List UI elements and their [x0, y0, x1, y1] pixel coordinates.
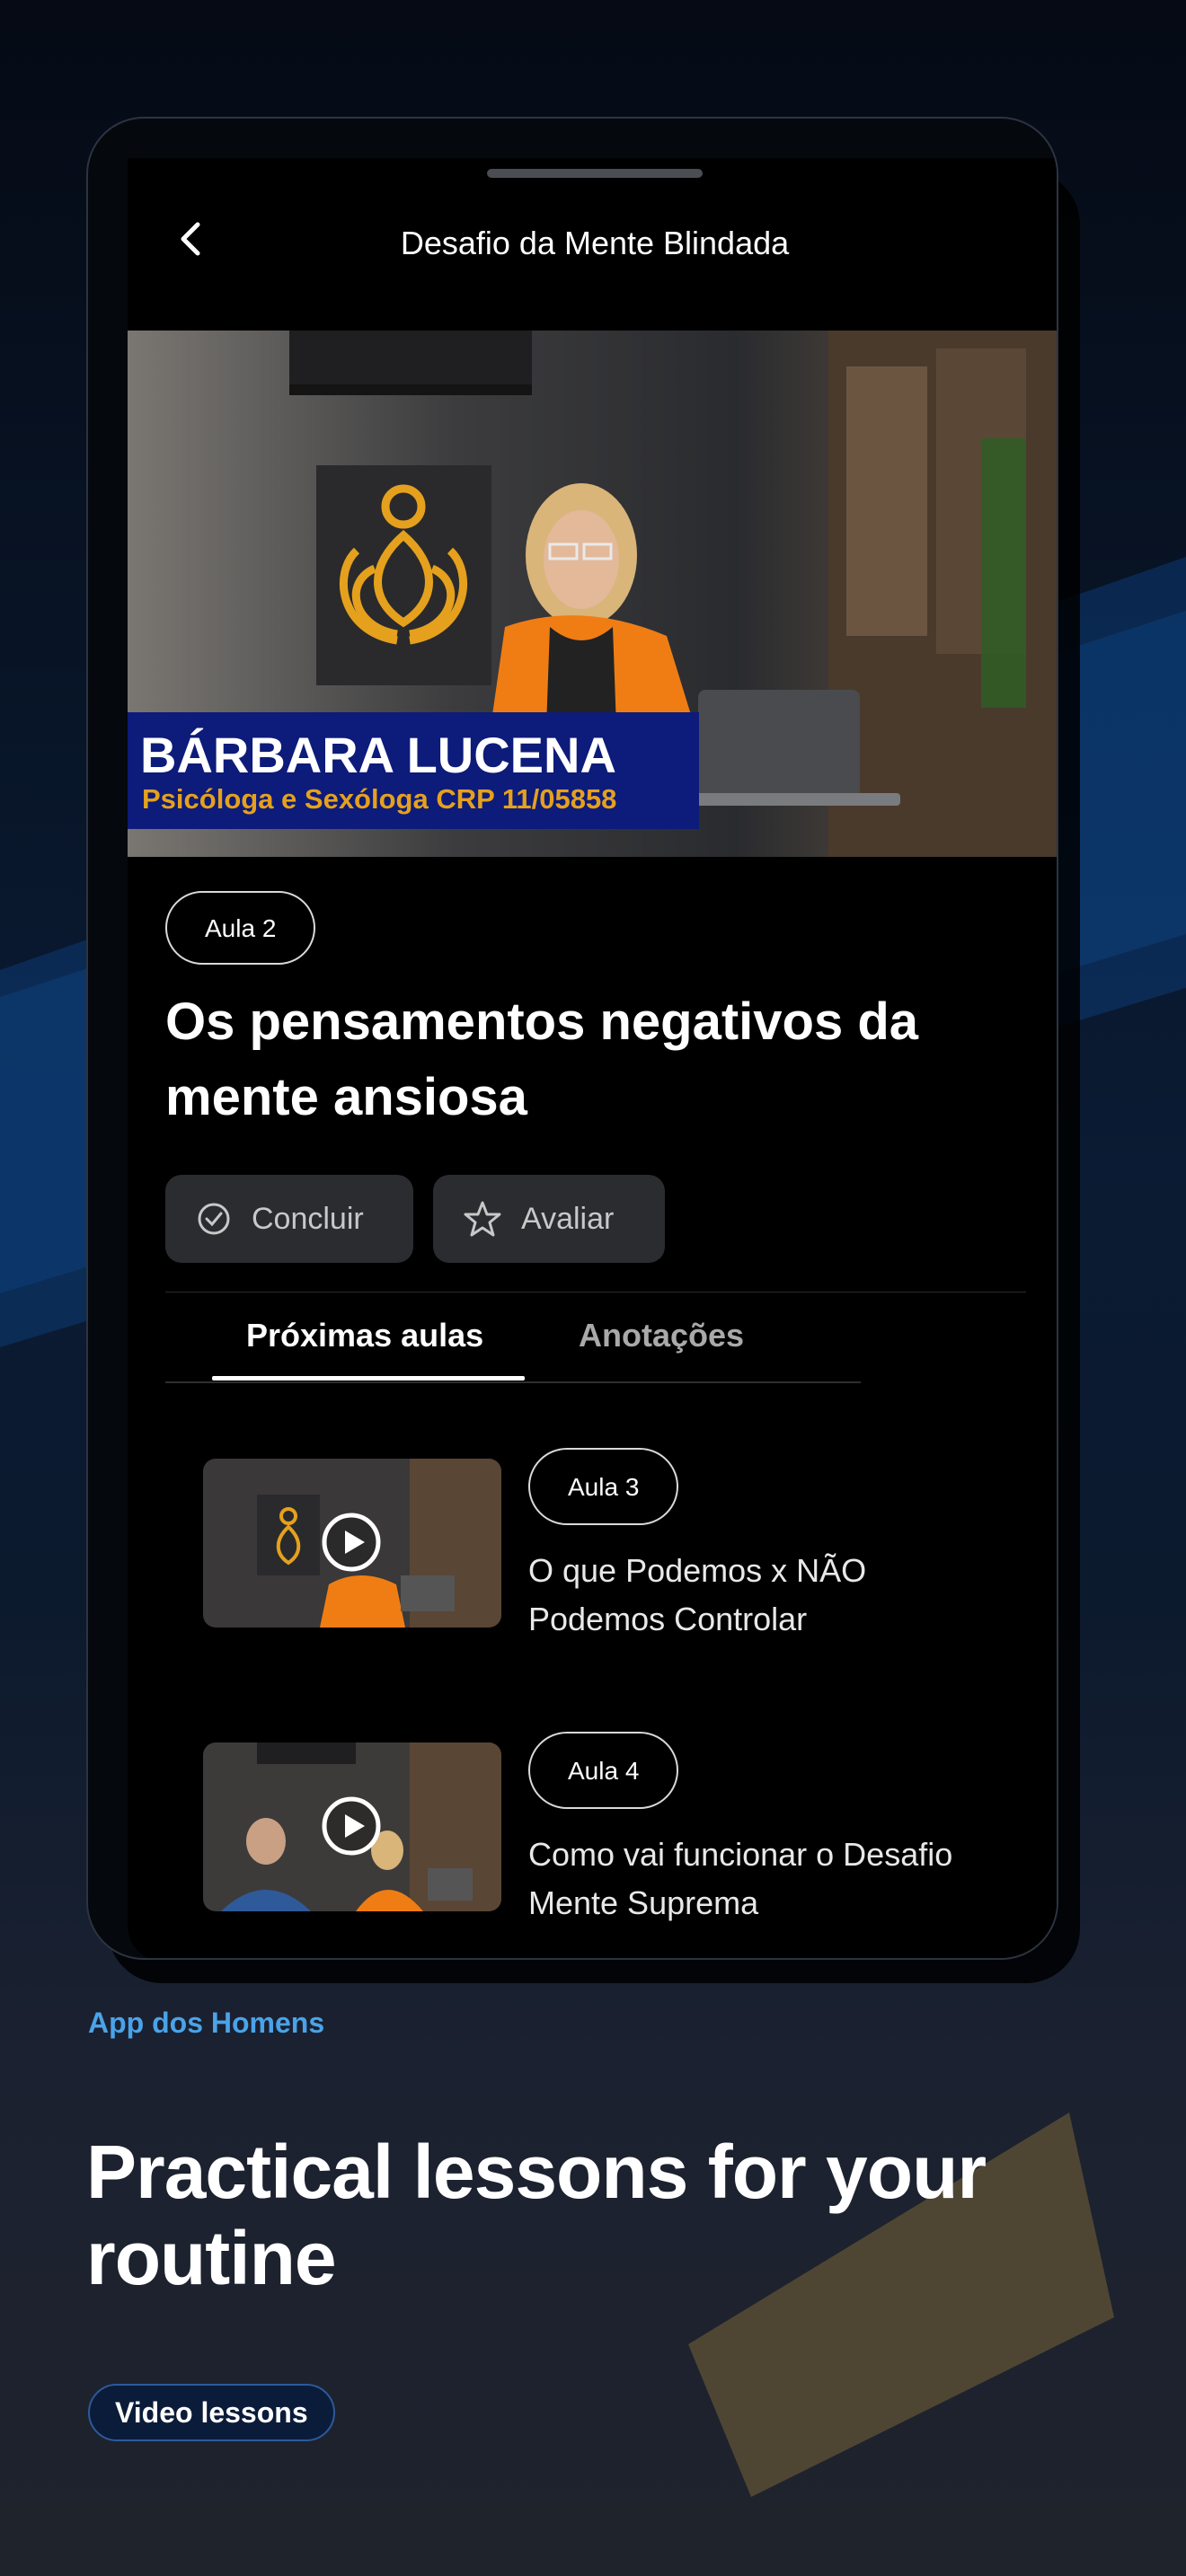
lesson-thumbnail: [203, 1459, 501, 1628]
tab-notes[interactable]: Anotações: [579, 1317, 744, 1354]
check-circle-icon: [198, 1203, 230, 1235]
lesson-card[interactable]: Aula 3 O que Podemos x NÃO Podemos Contr…: [203, 1448, 1012, 1637]
lesson-title: Os pensamentos negativos da mente ansios…: [165, 992, 919, 1126]
tab-bar: Próximas aulas Anotações: [165, 1292, 861, 1383]
page-title: Desafio da Mente Blindada: [400, 225, 790, 261]
hero-name: BÁRBARA LUCENA: [140, 727, 616, 783]
hero-role: Psicóloga e Sexóloga CRP 11/05858: [142, 783, 616, 815]
complete-label: Concluir: [252, 1201, 364, 1236]
lesson-card[interactable]: Aula 4 Como vai funcionar o Desafio Ment…: [203, 1732, 1012, 1921]
navigation-bar: Desafio da Mente Blindada: [128, 194, 1057, 284]
lesson-badge: Aula 4: [528, 1732, 679, 1809]
tab-next-lessons[interactable]: Próximas aulas: [246, 1317, 483, 1354]
lesson-badge: Aula 2: [165, 891, 316, 965]
feature-pill: Video lessons: [88, 2384, 335, 2441]
headline: Practical lessons for your routine: [86, 2130, 987, 2300]
lesson-badge: Aula 3: [528, 1448, 679, 1525]
complete-button[interactable]: Concluir: [165, 1175, 413, 1263]
play-icon: [322, 1796, 381, 1856]
lesson-card-title: O que Podemos x NÃO Podemos Controlar: [528, 1552, 867, 1637]
rate-label: Avaliar: [521, 1201, 615, 1236]
phone-frame: Desafio da Mente Blindada BÁRBARA LUCENA…: [86, 117, 1058, 1960]
lesson-thumbnail: [203, 1742, 501, 1911]
lesson-card-title: Como vai funcionar o Desafio Mente Supre…: [528, 1836, 953, 1921]
video-frame: BÁRBARA LUCENA Psicóloga e Sexóloga CRP …: [128, 331, 1057, 857]
app-name-label: App dos Homens: [88, 2007, 325, 2039]
app-screen: Desafio da Mente Blindada BÁRBARA LUCENA…: [128, 158, 1057, 1958]
tab-indicator: [212, 1376, 525, 1381]
drag-handle: [487, 169, 703, 178]
star-icon: [464, 1201, 501, 1237]
rate-button[interactable]: Avaliar: [433, 1175, 665, 1263]
video-player[interactable]: BÁRBARA LUCENA Psicóloga e Sexóloga CRP …: [128, 331, 1057, 857]
play-icon: [322, 1513, 381, 1572]
